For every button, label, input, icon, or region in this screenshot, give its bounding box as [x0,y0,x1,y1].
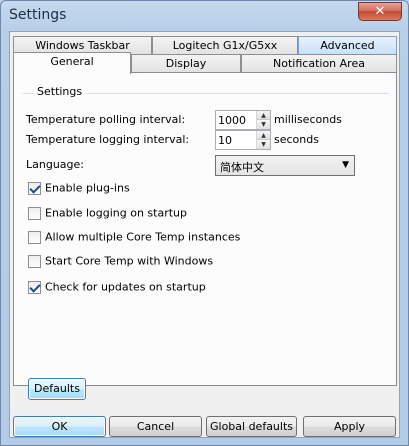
checkbox-check-updates[interactable]: Check for updates on startup [28,280,206,296]
logging-interval-spinner: ▲ ▼ [215,130,271,150]
polling-spin-buttons: ▲ ▼ [256,111,270,129]
close-button[interactable]: ✕ [358,2,402,21]
checkbox-box[interactable] [28,181,41,195]
language-value: 简体中文 [220,161,264,174]
language-label: Language: [26,158,84,171]
language-select[interactable]: 简体中文 ▼ [215,155,355,176]
title-bar[interactable]: Settings ✕ [1,1,408,31]
checkbox-box[interactable] [28,230,41,244]
tab-notification-area[interactable]: Notification Area [241,54,397,73]
logging-interval-input[interactable] [218,132,254,148]
tab-display[interactable]: Display [131,54,241,73]
checkbox-start-with-windows[interactable]: Start Core Temp with Windows [28,254,213,270]
dialog-client-area: Windows Taskbar Logitech G1x/G5xx Advanc… [9,31,400,438]
window-title: Settings [9,7,67,23]
checkbox-label: Enable logging on startup [45,206,187,220]
spin-up-icon[interactable]: ▲ [257,131,270,140]
spin-down-icon[interactable]: ▼ [257,140,270,149]
tab-advanced[interactable]: Advanced [298,36,397,55]
spin-down-icon[interactable]: ▼ [257,120,270,129]
defaults-button[interactable]: Defaults [28,378,86,400]
cancel-button[interactable]: Cancel [109,416,202,437]
checkbox-box[interactable] [28,254,41,268]
checkbox-label: Check for updates on startup [45,280,206,294]
checkbox-box[interactable] [28,206,41,220]
apply-button[interactable]: Apply [303,416,396,437]
spin-up-icon[interactable]: ▲ [257,111,270,120]
logging-interval-label: Temperature logging interval: [26,133,190,146]
checkbox-multiple-instances[interactable]: Allow multiple Core Temp instances [28,230,240,246]
logging-unit: seconds [274,133,319,146]
polling-unit: milliseconds [274,113,342,126]
polling-interval-spinner: ▲ ▼ [215,110,271,130]
logging-spin-buttons: ▲ ▼ [256,131,270,149]
polling-interval-label: Temperature polling interval: [26,113,186,126]
checkbox-label: Enable plug-ins [45,181,130,195]
global-defaults-button[interactable]: Global defaults [206,416,297,437]
checkbox-enable-plugins[interactable]: Enable plug-ins [28,181,130,197]
dropdown-arrow-icon: ▼ [342,160,349,170]
checkbox-label: Start Core Temp with Windows [45,254,214,268]
general-tab-panel: Settings Temperature polling interval: ▲… [13,72,397,400]
polling-interval-input[interactable] [218,112,254,128]
tab-logitech[interactable]: Logitech G1x/G5xx [152,36,298,55]
group-label: Settings [33,85,87,98]
checkbox-label: Allow multiple Core Temp instances [45,230,241,244]
checkbox-enable-logging[interactable]: Enable logging on startup [28,206,187,222]
checkbox-box[interactable] [28,280,41,294]
tab-general[interactable]: General [13,52,131,74]
settings-window: Settings ✕ Windows Taskbar Logitech G1x/… [0,0,409,446]
ok-button[interactable]: OK [13,416,106,437]
